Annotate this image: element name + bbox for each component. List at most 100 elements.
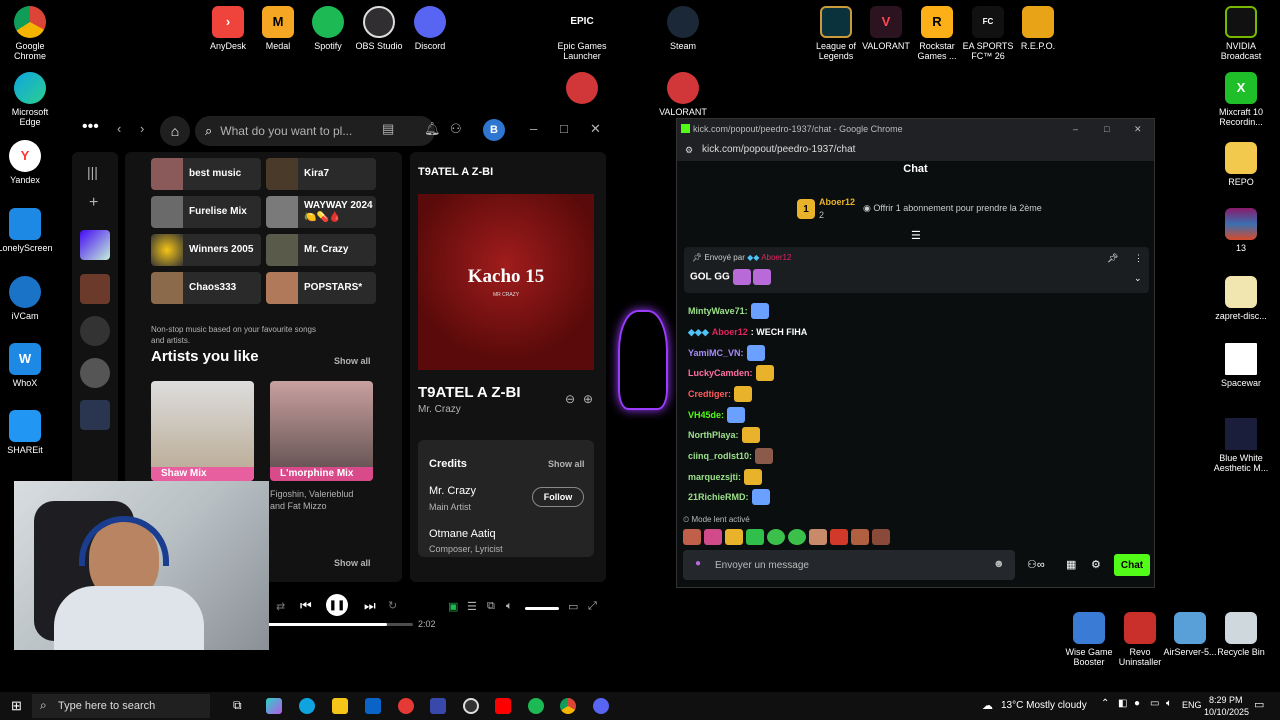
desktop-icon-mixcraft[interactable]: X Mixcraft 10 Recordin... [1211, 72, 1271, 127]
pin-toggle-icon[interactable]: 📌︎ [1107, 253, 1118, 264]
weather-icon[interactable]: ☁ [982, 699, 993, 712]
discord-icon[interactable] [593, 698, 609, 714]
track-title[interactable]: T9ATEL A Z-BI [418, 384, 521, 401]
desktop-icon-discord[interactable]: Discord [400, 6, 460, 51]
volume-icon[interactable]: ◧ [1118, 698, 1127, 709]
credit-name[interactable]: Otmane Aatiq [429, 528, 496, 540]
shortcut-item[interactable]: Chaos333 [151, 272, 261, 304]
desktop-icon-chrome[interactable]: Google Chrome [0, 6, 60, 61]
speaker-icon[interactable]: 🔈︎ [1166, 698, 1172, 709]
chrome-icon[interactable] [560, 698, 576, 714]
copilot-icon[interactable] [266, 698, 282, 714]
chat-message[interactable]: Credtiger: [688, 385, 753, 403]
edge-icon[interactable] [299, 698, 315, 714]
clock-date[interactable]: 10/10/2025 [1204, 707, 1249, 717]
shortcut-item[interactable]: Mr. Crazy [266, 234, 376, 266]
next-icon[interactable]: ⏭︎ [364, 598, 376, 614]
previous-icon[interactable]: ⏮︎ [300, 598, 312, 614]
yandex-icon[interactable] [398, 698, 414, 714]
desktop-icon-whox[interactable]: W WhoX [0, 343, 55, 388]
desktop-icon-zapret[interactable]: zapret-disc... [1211, 276, 1271, 321]
liked-songs-tile[interactable] [80, 230, 110, 260]
emote-icon[interactable] [767, 529, 785, 545]
desktop-icon-valorant-2[interactable]: VALORANT [653, 72, 713, 117]
settings-icon[interactable]: ⚙ [1091, 558, 1101, 571]
show-all-link[interactable]: Show all [334, 356, 371, 366]
desktop-icon-ivcam[interactable]: iVCam [0, 276, 55, 321]
weather-text[interactable]: 13°C Mostly cloudy [1001, 700, 1087, 711]
spotify-icon[interactable] [528, 698, 544, 714]
mic-icon[interactable]: ● [1134, 698, 1140, 709]
chat-message[interactable]: 21RichieRMD: [688, 488, 770, 506]
pause-button[interactable]: ❚❚ [326, 594, 348, 616]
emoji-icon[interactable]: ☻ [993, 558, 1005, 570]
desktop-icon-lonelyscreen[interactable]: LonelyScreen [0, 208, 55, 253]
more-options-icon[interactable]: ⋮ [1134, 253, 1143, 264]
library-icon[interactable]: ||| [87, 164, 98, 180]
desktop-icon-yandex[interactable]: Y Yandex [0, 140, 55, 185]
maximize-icon[interactable]: □ [560, 121, 568, 136]
track-artist[interactable]: Mr. Crazy [418, 404, 461, 415]
tray-chevron-icon[interactable]: ⌃ [1101, 698, 1109, 709]
volume-slider[interactable] [525, 607, 559, 610]
follow-button[interactable]: Follow [532, 487, 584, 507]
fullscreen-icon[interactable]: ⤢ [588, 600, 597, 613]
shortcut-item[interactable]: Kira7 [266, 158, 376, 190]
chat-message[interactable]: ciinq_rodlst10: [688, 447, 774, 465]
queue-icon[interactable]: ☰ [467, 600, 477, 613]
close-icon[interactable]: ✕ [590, 121, 601, 137]
chat-message[interactable]: ◆◆◆ Aboer12: WECH FIHA [688, 323, 807, 341]
desktop-icon-spacewar[interactable]: Spacewar [1211, 343, 1271, 388]
now-playing-view-icon[interactable]: ▣ [448, 600, 458, 613]
emote-icon[interactable] [788, 529, 806, 545]
desktop-icon-repo-2[interactable]: REPO [1211, 142, 1271, 187]
credit-name[interactable]: Mr. Crazy [429, 485, 476, 497]
playlist-tile[interactable] [80, 316, 110, 346]
chat-message[interactable]: MintyWave71: [688, 302, 769, 320]
chat-message[interactable]: YamiMC_VN: [688, 344, 765, 362]
emote-icon[interactable] [725, 529, 743, 545]
expand-icon[interactable]: ⌄ [1134, 273, 1142, 284]
artist-mix-card[interactable]: Shaw Mix [151, 381, 254, 481]
desktop-icon-13[interactable]: 13 [1211, 208, 1271, 253]
mini-player-icon[interactable]: ▭ [568, 600, 578, 613]
store-icon[interactable]: ▦ [1066, 558, 1076, 571]
progress-track[interactable] [268, 623, 413, 626]
plus-icon[interactable]: + [89, 194, 98, 212]
youtube-icon[interactable] [495, 698, 511, 714]
chat-message[interactable]: LuckyCamden: [688, 364, 774, 382]
section-heading[interactable]: Artists you like [151, 348, 259, 365]
notification-icon[interactable]: ▭ [1254, 698, 1264, 711]
emote-icon[interactable] [683, 529, 701, 545]
shortcut-item[interactable]: Furelise Mix [151, 196, 261, 228]
emote-icon[interactable] [704, 529, 722, 545]
desktop-icon-blue-white[interactable]: Blue White Aesthetic M... [1211, 418, 1271, 473]
credits-show-all[interactable]: Show all [548, 459, 585, 469]
emote-icon[interactable] [746, 529, 764, 545]
network-icon[interactable]: ▭ [1150, 698, 1159, 709]
task-view-icon[interactable]: ⧉ [233, 698, 242, 713]
obs-icon[interactable] [463, 698, 479, 714]
playlist-tile[interactable] [80, 358, 110, 388]
emote-icon[interactable] [830, 529, 848, 545]
windows-start-icon[interactable]: ⊞ [11, 698, 22, 714]
forward-icon[interactable]: › [140, 121, 144, 136]
chat-message[interactable]: VH45de: [688, 406, 746, 424]
collapse-icon[interactable]: ☰ [911, 229, 921, 242]
playlist-tile[interactable] [80, 274, 110, 304]
chat-message[interactable]: NorthPlaya: [688, 426, 760, 444]
bell-icon[interactable]: 🔔︎ [424, 121, 441, 137]
desktop-icon-nvidia[interactable]: NVIDIA Broadcast [1211, 6, 1271, 61]
avatar[interactable]: B [483, 119, 505, 141]
artist-mix-card[interactable]: L'morphine Mix [270, 381, 373, 481]
desktop-icon-repo[interactable]: R.E.P.O. [1008, 6, 1068, 51]
search-input[interactable]: ⌕ What do you want to pl... [195, 116, 435, 146]
more-icon[interactable]: ••• [82, 118, 99, 136]
shortcut-item[interactable]: Winners 2005 [151, 234, 261, 266]
language-indicator[interactable]: ENG [1182, 700, 1202, 710]
address-bar[interactable]: ⚙ kick.com/popout/peedro-1937/chat [677, 139, 1154, 161]
users-icon[interactable]: ⚇∞ [1027, 558, 1045, 571]
desktop-icon-epic[interactable]: EPIC Epic Games Launcher [552, 6, 612, 61]
desktop-icon-edge[interactable]: Microsoft Edge [0, 72, 60, 127]
back-icon[interactable]: ‹ [117, 121, 121, 136]
